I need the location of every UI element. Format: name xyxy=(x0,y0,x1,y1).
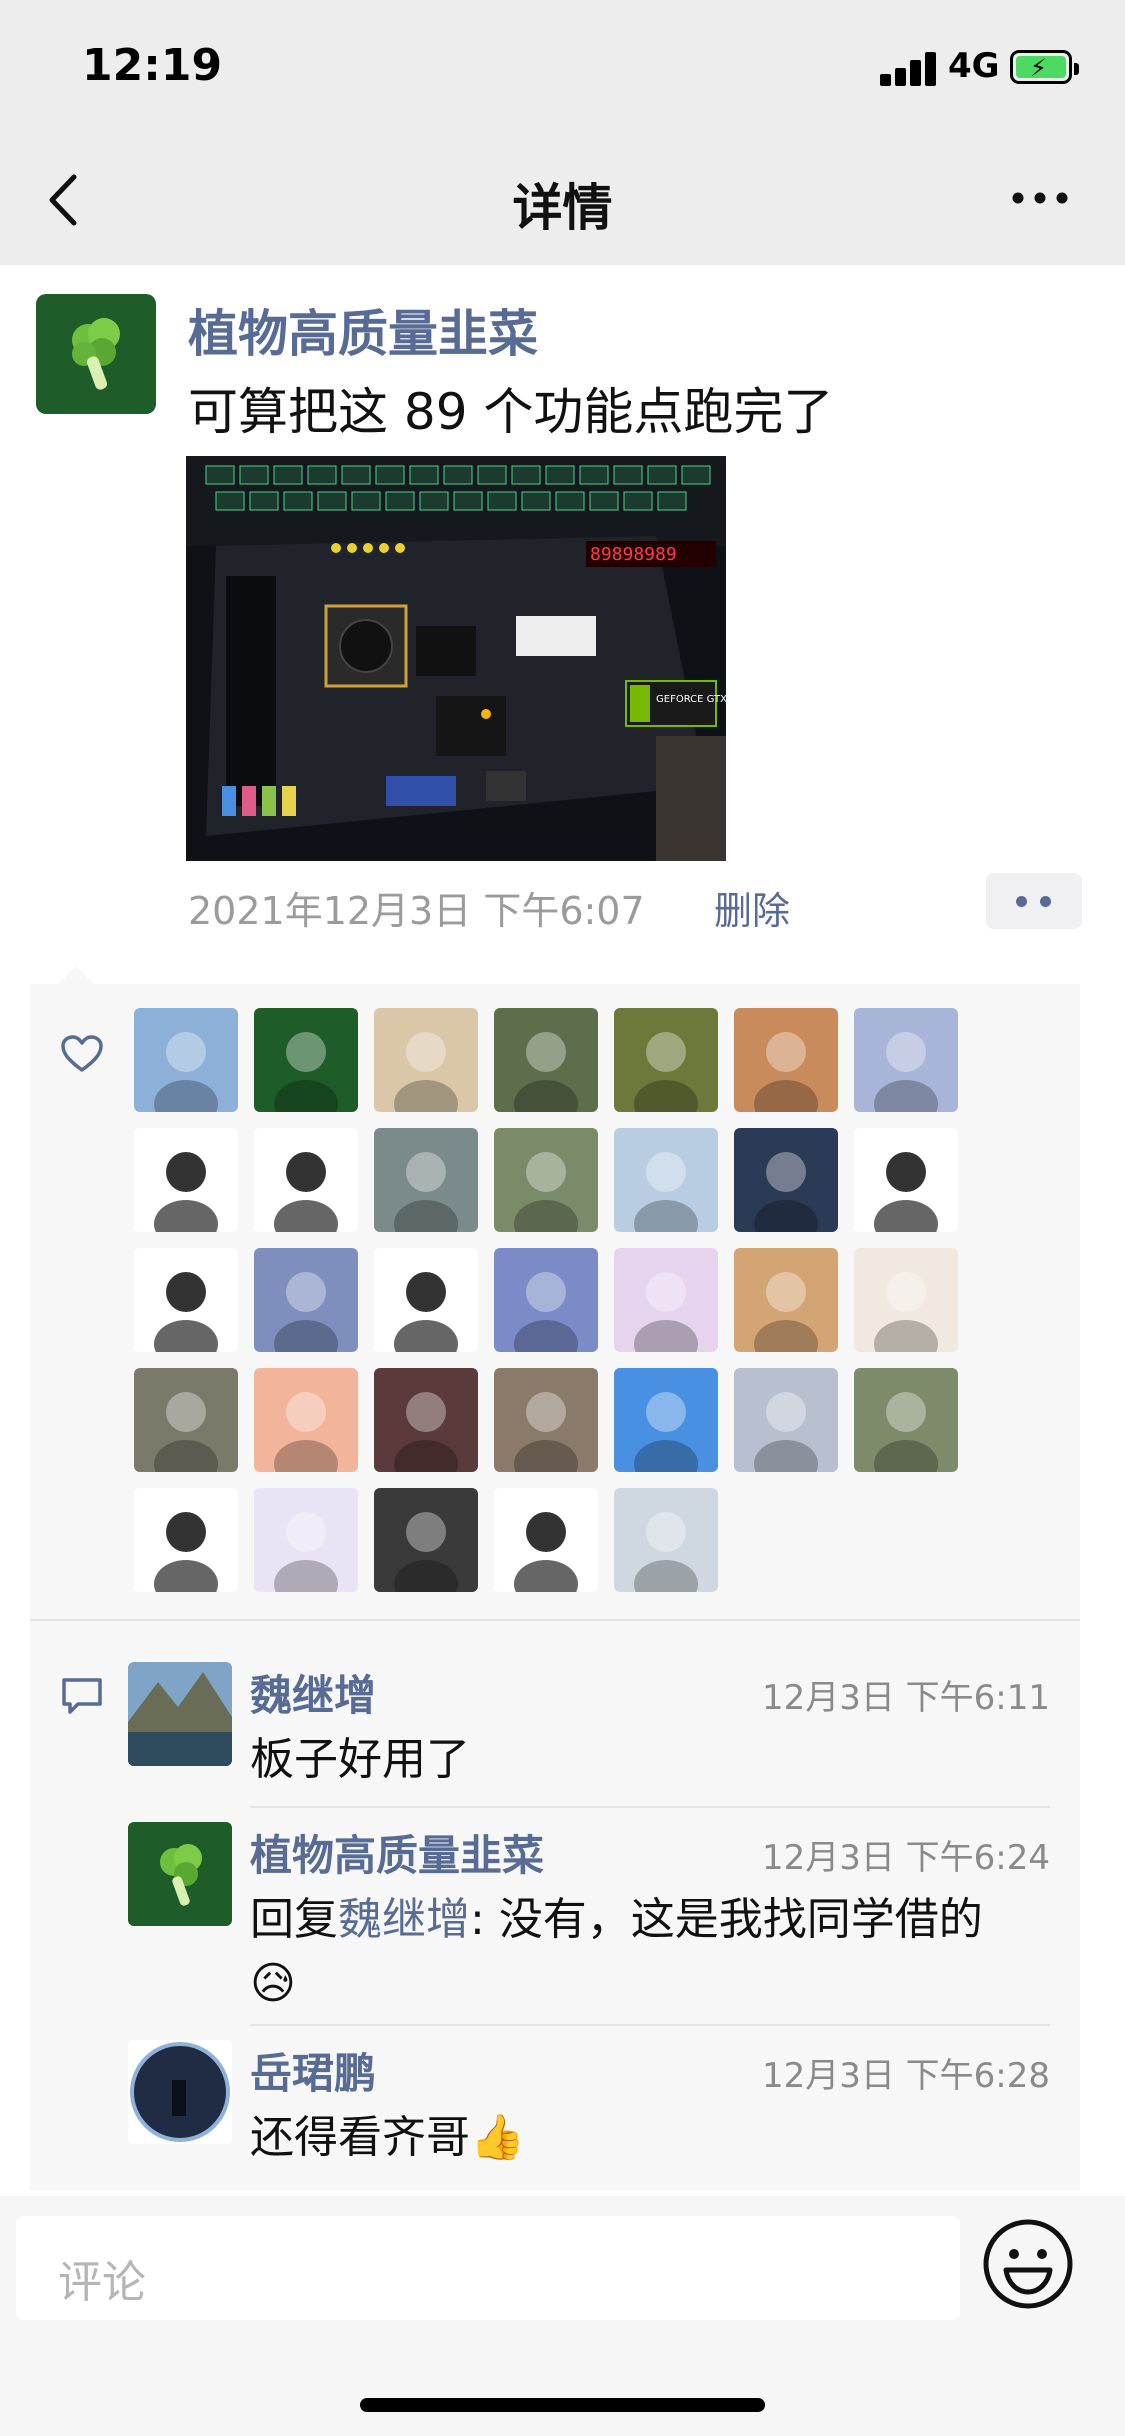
panel-pointer xyxy=(58,966,94,984)
more-button[interactable] xyxy=(1010,178,1070,218)
broccoli-avatar-icon xyxy=(36,294,156,414)
status-time: 12:19 xyxy=(82,40,223,91)
liker-avatar[interactable] xyxy=(854,1368,958,1472)
liker-avatar[interactable] xyxy=(494,1248,598,1352)
comment-bar: 评论 xyxy=(0,2196,1125,2436)
heart-icon xyxy=(61,1035,103,1072)
liker-avatar[interactable] xyxy=(134,1248,238,1352)
liker-avatar[interactable] xyxy=(374,1488,478,1592)
emoji-sad: 😥 xyxy=(250,1958,296,2009)
comment-input[interactable]: 评论 xyxy=(16,2216,960,2320)
liker-avatar[interactable] xyxy=(614,1128,718,1232)
commenter-name[interactable]: 植物高质量韭菜 xyxy=(250,1822,544,1883)
network-label: 4G xyxy=(948,46,1000,86)
liker-avatar[interactable] xyxy=(614,1488,718,1592)
liker-avatar[interactable] xyxy=(374,1368,478,1472)
comment-item[interactable]: 魏继增 12月3日 下午6:11 板子好用了 xyxy=(128,1662,1050,1802)
delete-link[interactable]: 删除 xyxy=(714,880,790,935)
liker-avatar[interactable] xyxy=(614,1008,718,1112)
comment-text: 还得看齐哥👍 xyxy=(250,2112,525,2163)
emoji-thumbs-up: 👍 xyxy=(470,2112,525,2163)
comment-item[interactable]: 岳珺鹏 12月3日 下午6:28 还得看齐哥👍 xyxy=(128,2040,1050,2180)
liker-avatar[interactable] xyxy=(254,1488,358,1592)
commenter-avatar[interactable] xyxy=(128,1662,232,1766)
comment-divider xyxy=(250,2024,1050,2026)
comment-time: 12月3日 下午6:28 xyxy=(761,2056,1050,2096)
liker-avatar[interactable] xyxy=(254,1008,358,1112)
comment-icon xyxy=(62,1678,102,1714)
post-timestamp: 2021年12月3日 下午6:07 xyxy=(188,889,645,933)
liker-avatar[interactable] xyxy=(254,1368,358,1472)
author-name[interactable]: 植物高质量韭菜 xyxy=(188,294,538,366)
liker-avatar[interactable] xyxy=(854,1128,958,1232)
liker-avatar[interactable] xyxy=(374,1008,478,1112)
more-dots-icon xyxy=(1012,192,1068,204)
liker-avatar[interactable] xyxy=(134,1128,238,1232)
panel-divider xyxy=(30,1619,1080,1621)
comment-time: 12月3日 下午6:24 xyxy=(761,1838,1050,1878)
liker-avatar[interactable] xyxy=(254,1248,358,1352)
liker-avatar[interactable] xyxy=(734,1008,838,1112)
liker-avatar[interactable] xyxy=(374,1128,478,1232)
smiley-icon xyxy=(983,2219,1073,2309)
liker-avatar[interactable] xyxy=(854,1008,958,1112)
fpga-board-image: 89898989 GEFORCE GTX xyxy=(186,456,726,861)
post-photo[interactable]: 89898989 GEFORCE GTX xyxy=(186,456,726,861)
interaction-panel: 魏继增 12月3日 下午6:11 板子好用了 植物高质量韭菜 12月3日 下午6… xyxy=(30,984,1080,2190)
commenter-name[interactable]: 岳珺鹏 xyxy=(250,2040,376,2101)
comment-item[interactable]: 植物高质量韭菜 12月3日 下午6:24 回复魏继增: 没有，这是我找同学借的 😥 xyxy=(128,1822,1050,2012)
liker-avatar[interactable] xyxy=(494,1368,598,1472)
author-avatar[interactable] xyxy=(36,294,156,414)
liker-avatar[interactable] xyxy=(494,1128,598,1232)
seven-segment-display: 89898989 xyxy=(590,544,677,565)
liker-avatar[interactable] xyxy=(374,1248,478,1352)
liker-avatar[interactable] xyxy=(134,1008,238,1112)
liker-avatar[interactable] xyxy=(854,1248,958,1352)
comment-text: 板子好用了 xyxy=(250,1734,470,1785)
reply-target-name[interactable]: 魏继增 xyxy=(338,1894,470,1945)
liker-avatar[interactable] xyxy=(494,1008,598,1112)
home-indicator xyxy=(360,2398,765,2412)
like-avatars-grid xyxy=(134,1008,994,1608)
liker-avatar[interactable] xyxy=(614,1368,718,1472)
comment-text: 回复魏继增: 没有，这是我找同学借的 😥 xyxy=(250,1894,983,2009)
comment-divider xyxy=(250,1806,1050,1808)
liker-avatar[interactable] xyxy=(734,1368,838,1472)
liker-avatar[interactable] xyxy=(614,1248,718,1352)
liker-avatar[interactable] xyxy=(734,1248,838,1352)
emoji-button[interactable] xyxy=(980,2216,1076,2312)
commenter-name[interactable]: 魏继增 xyxy=(250,1662,376,1723)
page-title: 详情 xyxy=(512,179,613,237)
comment-time: 12月3日 下午6:11 xyxy=(761,1678,1050,1718)
gpu-caption: GEFORCE GTX xyxy=(656,694,726,705)
signal-icon xyxy=(880,52,936,86)
post-text: 可算把这 89 个功能点跑完了 xyxy=(188,383,834,441)
moments-detail-screen: 12:19 4G ⚡ 详情 植物高质量韭菜 可算把这 89 个功能点跑完了 89… xyxy=(0,0,1125,2436)
commenter-avatar[interactable] xyxy=(128,1822,232,1926)
liker-avatar[interactable] xyxy=(734,1128,838,1232)
liker-avatar[interactable] xyxy=(134,1488,238,1592)
battery-icon: ⚡ xyxy=(1010,50,1079,84)
liker-avatar[interactable] xyxy=(134,1368,238,1472)
commenter-avatar[interactable] xyxy=(128,2040,232,2144)
top-bar: 12:19 4G ⚡ 详情 xyxy=(0,0,1125,265)
liker-avatar[interactable] xyxy=(254,1128,358,1232)
like-comment-button[interactable] xyxy=(986,873,1082,929)
liker-avatar[interactable] xyxy=(494,1488,598,1592)
